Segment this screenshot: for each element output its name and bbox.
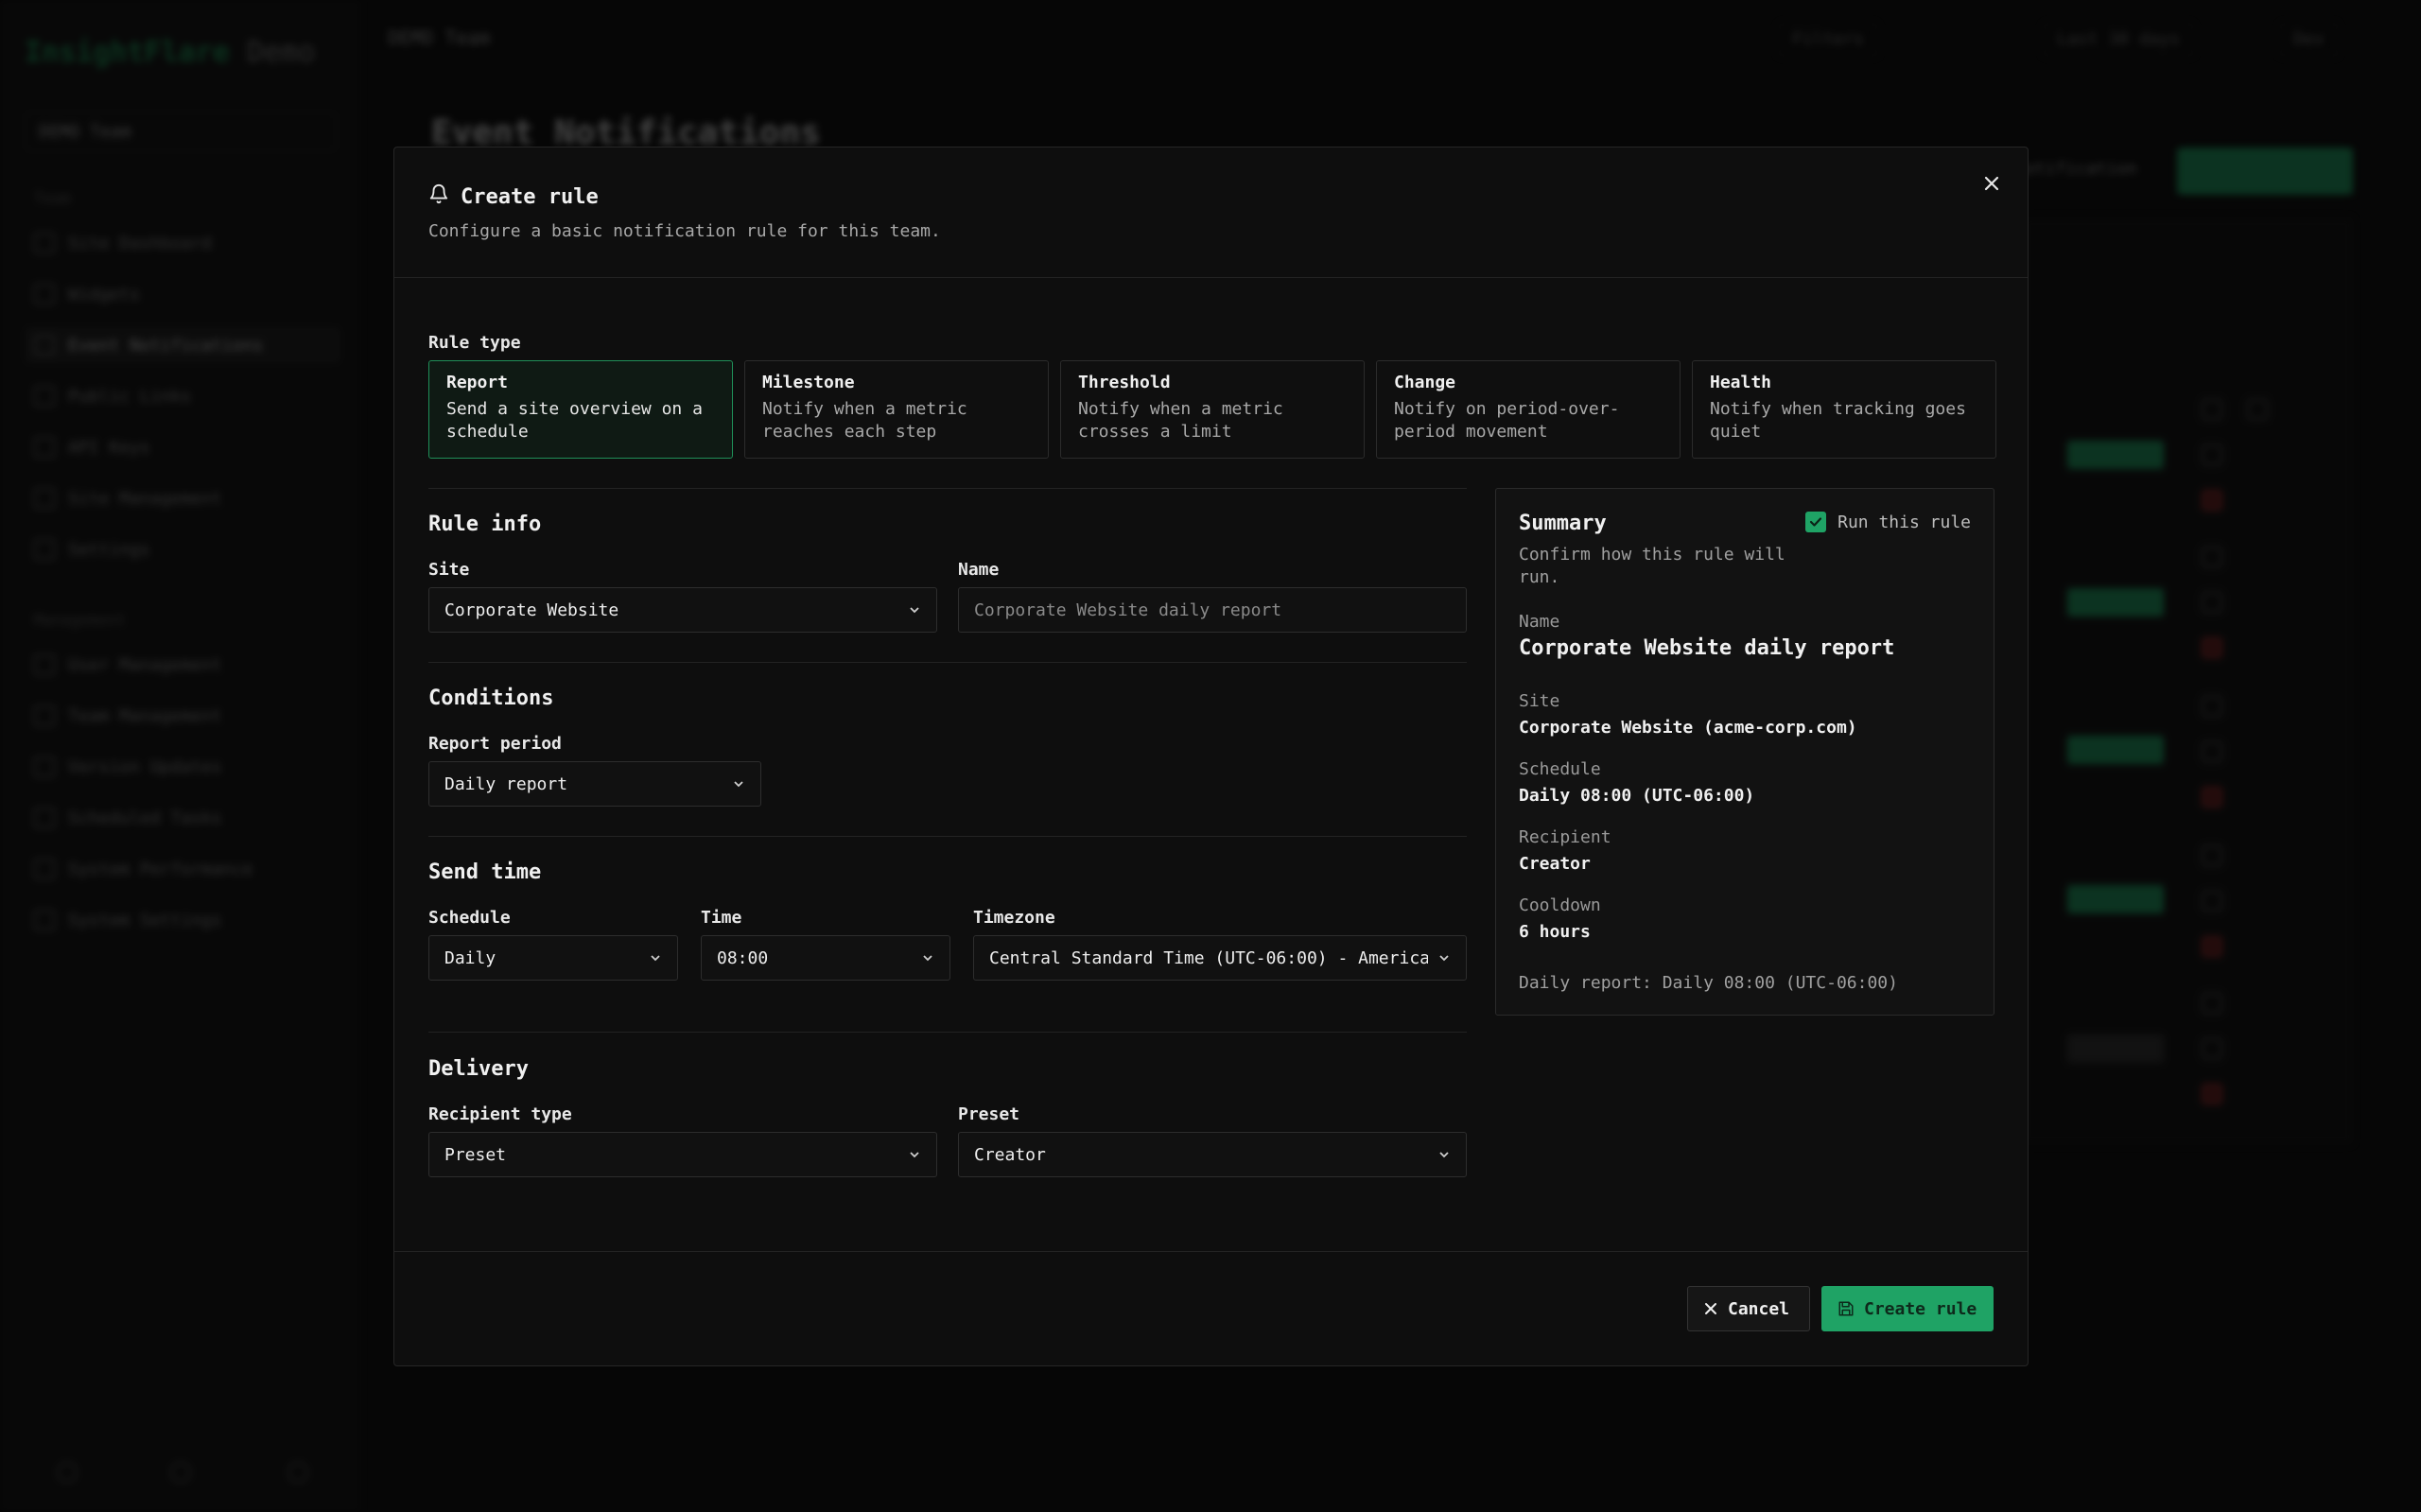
rule-type-title: Change — [1394, 373, 1456, 392]
dialog-title: Create rule — [428, 183, 599, 210]
rule-type-title: Health — [1710, 373, 1772, 392]
summary-schedule-value: Daily 08:00 (UTC-06:00) — [1519, 786, 1755, 806]
divider — [428, 488, 1467, 489]
divider — [428, 662, 1467, 663]
rule-type-options: Report Send a site overview on a schedul… — [428, 360, 1996, 459]
chevron-down-icon — [910, 1152, 919, 1158]
name-input[interactable]: Corporate Website daily report — [958, 587, 1467, 633]
preset-label: Preset — [958, 1104, 1020, 1124]
summary-subtitle: Confirm how this rule will run. — [1519, 545, 1785, 587]
report-period-value: Daily report — [444, 773, 568, 794]
timezone-value: Central Standard Time (UTC-06:00) - Amer… — [989, 947, 1428, 968]
dialog-footer: Cancel Create rule — [394, 1251, 2028, 1365]
summary-cooldown-value: 6 hours — [1519, 922, 1591, 942]
summary-title: Summary — [1519, 512, 1607, 535]
chevron-down-icon — [1439, 1152, 1449, 1158]
dialog-header: Create rule Configure a basic notificati… — [394, 148, 2028, 278]
chevron-down-icon — [1439, 955, 1449, 962]
rule-type-desc: Notify when a metric reaches each step — [762, 399, 967, 442]
recipient-type-select[interactable]: Preset — [428, 1132, 937, 1177]
cancel-button-label: Cancel — [1728, 1298, 1790, 1319]
rule-type-title: Report — [446, 373, 509, 392]
dialog-subtitle: Configure a basic notification rule for … — [428, 221, 941, 241]
time-value: 08:00 — [717, 947, 769, 968]
time-label: Time — [701, 908, 742, 928]
divider — [428, 1032, 1467, 1033]
create-rule-dialog: Create rule Configure a basic notificati… — [393, 147, 2029, 1366]
name-label: Name — [958, 560, 1000, 580]
report-period-label: Report period — [428, 734, 562, 754]
divider — [428, 836, 1467, 837]
chevron-down-icon — [734, 781, 743, 788]
rule-info-title: Rule info — [428, 513, 542, 536]
summary-name-key: Name — [1519, 612, 1560, 632]
rule-type-desc: Notify when a metric crosses a limit — [1078, 399, 1283, 442]
preset-select[interactable]: Creator — [958, 1132, 1467, 1177]
site-label: Site — [428, 560, 470, 580]
summary-site-key: Site — [1519, 691, 1560, 711]
create-rule-button-label: Create rule — [1864, 1298, 1977, 1319]
run-rule-checkbox[interactable]: Run this rule — [1805, 512, 1971, 532]
create-rule-button[interactable]: Create rule — [1821, 1286, 1994, 1331]
rule-type-desc: Send a site overview on a schedule — [446, 399, 703, 442]
rule-type-report[interactable]: Report Send a site overview on a schedul… — [428, 360, 733, 459]
rule-type-desc: Notify when tracking goes quiet — [1710, 399, 1966, 442]
rule-type-title: Threshold — [1078, 373, 1171, 392]
rule-type-label: Rule type — [428, 333, 521, 353]
delivery-title: Delivery — [428, 1057, 529, 1081]
summary-footer: Daily report: Daily 08:00 (UTC-06:00) — [1519, 973, 1898, 993]
bell-icon — [428, 183, 449, 210]
chevron-down-icon — [910, 607, 919, 614]
summary-name-value: Corporate Website daily report — [1519, 636, 1895, 660]
summary-site-value: Corporate Website (acme-corp.com) — [1519, 718, 1857, 738]
summary-panel: Summary Confirm how this rule will run. … — [1495, 488, 1994, 1016]
rule-type-health[interactable]: Health Notify when tracking goes quiet — [1692, 360, 1996, 459]
timezone-select[interactable]: Central Standard Time (UTC-06:00) - Amer… — [973, 935, 1467, 981]
site-select-value: Corporate Website — [444, 600, 619, 620]
chevron-down-icon — [923, 955, 932, 962]
cancel-button[interactable]: Cancel — [1687, 1286, 1810, 1331]
preset-value: Creator — [974, 1144, 1046, 1165]
close-icon — [1705, 1303, 1716, 1314]
rule-type-threshold[interactable]: Threshold Notify when a metric crosses a… — [1060, 360, 1365, 459]
schedule-select[interactable]: Daily — [428, 935, 678, 981]
summary-recipient-value: Creator — [1519, 854, 1591, 874]
checkmark-icon — [1805, 512, 1827, 532]
summary-cooldown-key: Cooldown — [1519, 895, 1601, 915]
timezone-label: Timezone — [973, 908, 1055, 928]
chevron-down-icon — [651, 955, 660, 962]
report-period-select[interactable]: Daily report — [428, 761, 761, 807]
rule-type-milestone[interactable]: Milestone Notify when a metric reaches e… — [744, 360, 1049, 459]
rule-type-desc: Notify on period-over-period movement — [1394, 399, 1620, 442]
time-select[interactable]: 08:00 — [701, 935, 950, 981]
schedule-label: Schedule — [428, 908, 511, 928]
recipient-type-value: Preset — [444, 1144, 507, 1165]
rule-type-title: Milestone — [762, 373, 855, 392]
rule-type-change[interactable]: Change Notify on period-over-period move… — [1376, 360, 1681, 459]
recipient-type-label: Recipient type — [428, 1104, 572, 1124]
run-rule-label: Run this rule — [1838, 512, 1971, 532]
summary-schedule-key: Schedule — [1519, 759, 1601, 779]
dialog-title-text: Create rule — [461, 184, 599, 209]
site-select[interactable]: Corporate Website — [428, 587, 937, 633]
summary-recipient-key: Recipient — [1519, 827, 1611, 847]
schedule-value: Daily — [444, 947, 496, 968]
save-icon — [1838, 1301, 1854, 1316]
send-time-title: Send time — [428, 860, 542, 884]
conditions-title: Conditions — [428, 686, 554, 710]
